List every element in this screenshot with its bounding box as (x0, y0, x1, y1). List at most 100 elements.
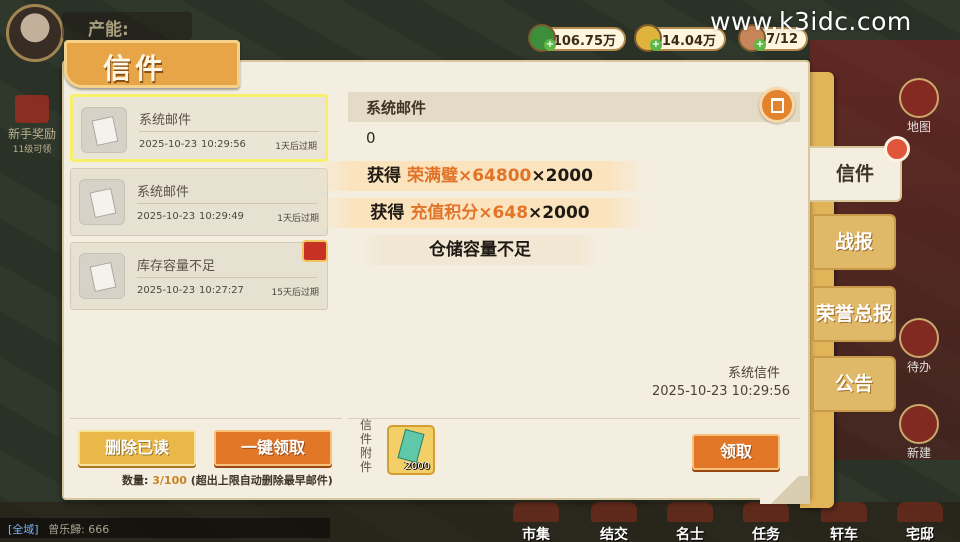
tab-announcement[interactable]: 公告 (812, 356, 896, 412)
ticket-icon (397, 428, 425, 464)
mail-body: 0 (366, 129, 376, 147)
toast-item: 充值积分×648 (410, 203, 529, 223)
player-avatar[interactable] (6, 4, 64, 62)
divider (139, 131, 319, 132)
toast-suffix: ×2000 (528, 203, 590, 223)
newbie-reward-label: 新手奖励 (7, 127, 56, 141)
toast-suffix: ×2000 (531, 166, 593, 186)
mail-expire: 15天后过期 (271, 288, 319, 298)
attachment-label: 信件附件 (359, 418, 372, 474)
notification-badge (884, 136, 910, 162)
nav-label: 宅邸 (906, 527, 934, 542)
mail-count: 数量: 3/100 (超出上限自动删除最早邮件) (122, 472, 333, 488)
build-label: 新建 (906, 446, 931, 460)
build-icon (899, 404, 939, 444)
warning-toast: 仓储容量不足 (360, 235, 600, 265)
divider (137, 277, 317, 278)
mail-time: 10:27:27 (199, 285, 244, 296)
nav-mansion[interactable]: 宅邸 (892, 502, 948, 542)
tab-battle-report[interactable]: 战报 (812, 214, 896, 270)
mail-sent-time: 2025-10-23 10:29:56 (652, 384, 791, 399)
mail-time: 10:29:56 (201, 139, 246, 150)
panel-title-tab: 信件 (64, 40, 240, 88)
attachment-item[interactable]: 2000 (387, 425, 435, 475)
count-value: 3/100 (152, 474, 187, 487)
silver-currency[interactable]: + 106.75万 (528, 24, 626, 52)
treasure-chest-icon (302, 240, 328, 262)
nav-social[interactable]: 结交 (586, 502, 642, 542)
nav-label: 名士 (676, 527, 704, 542)
divider (348, 418, 800, 419)
gift-icon (15, 95, 49, 123)
task-icon (743, 502, 789, 522)
mail-list: 系统邮件 2025-10-23 10:29:56 1天后过期 系统邮件 2025… (70, 94, 330, 414)
nav-label: 市集 (522, 527, 550, 542)
detail-header: 系统邮件 (348, 92, 800, 122)
mansion-icon (897, 502, 943, 522)
page-curl (760, 476, 810, 504)
mail-expire: 1天后过期 (275, 142, 317, 152)
mail-date: 2025-10-23 (139, 139, 198, 150)
divider (137, 203, 317, 204)
chat-message: 曾乐歸: 666 (48, 523, 110, 536)
mail-expire: 1天后过期 (277, 214, 319, 224)
map-label: 地图 (906, 120, 931, 134)
build-button[interactable]: 新建 (898, 404, 940, 460)
mail-sender: 系统信件 (728, 366, 781, 381)
mail-title: 系统邮件 (137, 185, 190, 200)
nav-market[interactable]: 市集 (508, 502, 564, 542)
map-button[interactable]: 地图 (898, 78, 940, 134)
newbie-reward-button[interactable]: 新手奖励 11级可领 (2, 95, 62, 155)
watermark: www.k3idc.com (710, 7, 912, 36)
attachment-quantity: 2000 (404, 461, 430, 472)
mail-date: 2025-10-23 (137, 285, 196, 296)
plus-icon[interactable]: + (754, 39, 766, 51)
tab-honor-report[interactable]: 荣誉总报 (812, 286, 896, 342)
claim-button[interactable]: 领取 (692, 434, 780, 470)
mail-list-item[interactable]: 系统邮件 2025-10-23 10:29:56 1天后过期 (70, 94, 328, 162)
claim-all-button[interactable]: 一键领取 (214, 430, 332, 466)
toast-message: 仓储容量不足 (429, 240, 531, 260)
newbie-reward-sublabel: 11级可领 (12, 145, 52, 155)
toast-item: 荣满璧×64800 (406, 166, 532, 186)
toast-prefix: 获得 (370, 203, 405, 223)
chat-bar[interactable]: [全域] 曾乐歸: 666 (0, 518, 330, 538)
nav-carriage[interactable]: 轩车 (816, 502, 872, 542)
plus-icon[interactable]: + (544, 39, 556, 51)
trash-icon (771, 98, 784, 113)
detail-title: 系统邮件 (366, 99, 427, 117)
plus-icon[interactable]: + (650, 39, 662, 51)
social-icon (591, 502, 637, 522)
nav-label: 结交 (600, 527, 628, 542)
mail-title: 库存容量不足 (137, 259, 216, 274)
pending-label: 待办 (906, 360, 931, 374)
count-note: (超出上限自动删除最早邮件) (190, 474, 333, 487)
delete-mail-button[interactable] (759, 87, 795, 123)
reward-toast: 获得 荣满璧×64800×2000 (314, 161, 646, 191)
count-label: 数量: (122, 474, 149, 487)
reward-toast: 获得 充值积分×648×2000 (316, 198, 644, 228)
mail-time: 10:29:49 (199, 211, 244, 222)
toast-prefix: 获得 (367, 166, 402, 186)
nav-scholars[interactable]: 名士 (662, 502, 718, 542)
nav-tasks[interactable]: 任务 (738, 502, 794, 542)
mail-list-item[interactable]: 系统邮件 2025-10-23 10:29:49 1天后过期 (70, 168, 328, 236)
nav-label: 轩车 (830, 527, 858, 542)
delete-read-button[interactable]: 删除已读 (78, 430, 196, 466)
nav-label: 任务 (752, 527, 780, 542)
gold-value: 14.04万 (661, 33, 716, 49)
scroll-icon (899, 318, 939, 358)
silver-value: 106.75万 (552, 33, 616, 49)
market-icon (513, 502, 559, 522)
mail-icon (79, 179, 125, 225)
power-display: 产能: 349 (62, 12, 192, 60)
scholar-icon (667, 502, 713, 522)
panel-title: 信件 (103, 52, 168, 85)
mail-list-item[interactable]: 库存容量不足 2025-10-23 10:27:27 15天后过期 (70, 242, 328, 310)
mail-icon (79, 253, 125, 299)
divider (70, 418, 342, 419)
mail-title: 系统邮件 (139, 113, 192, 128)
mail-date: 2025-10-23 (137, 211, 196, 222)
chat-channel: [全域] (8, 523, 39, 536)
pending-button[interactable]: 待办 (898, 318, 940, 374)
